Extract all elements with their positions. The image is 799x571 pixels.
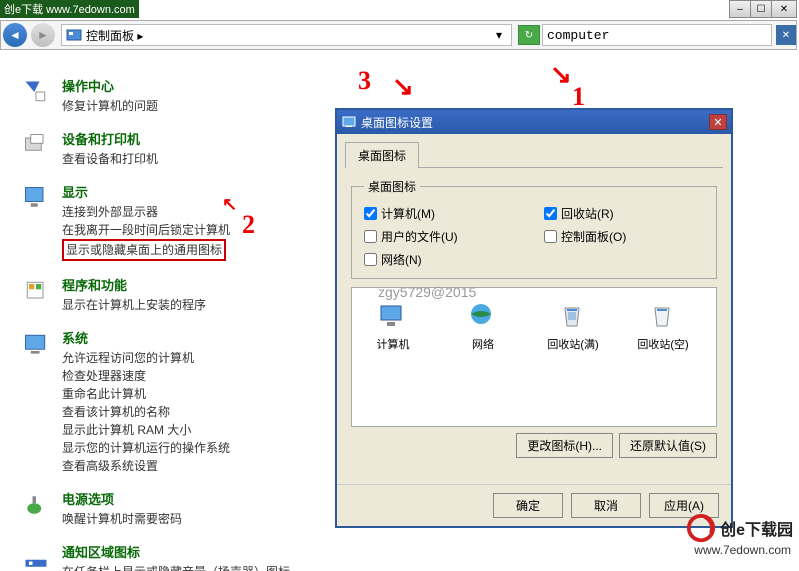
category-link[interactable]: 显示在计算机上安装的程序 xyxy=(62,296,206,314)
category-link[interactable]: 重命名此计算机 xyxy=(62,385,230,403)
search-input[interactable] xyxy=(543,28,771,43)
category-title[interactable]: 显示 xyxy=(62,182,230,201)
maximize-button[interactable]: ☐ xyxy=(750,0,772,18)
tab-desktop-icons[interactable]: 桌面图标 xyxy=(345,142,419,168)
category-link[interactable]: 修复计算机的问题 xyxy=(62,97,158,115)
checkbox[interactable] xyxy=(364,253,377,266)
category-link[interactable]: 显示此计算机 RAM 大小 xyxy=(62,421,230,439)
minimize-button[interactable]: – xyxy=(729,0,751,18)
tab-strip: 桌面图标 xyxy=(345,142,723,168)
icon-preview-item[interactable]: 回收站(满) xyxy=(544,300,602,414)
category-title[interactable]: 系统 xyxy=(62,328,230,347)
icon-label: 回收站(满) xyxy=(547,336,598,352)
category-title[interactable]: 程序和功能 xyxy=(62,275,206,294)
address-text: 控制面板 ▸ xyxy=(86,27,143,44)
ok-button[interactable]: 确定 xyxy=(493,493,563,518)
dialog-body: 桌面图标 桌面图标 计算机(M) 回收站(R) 用户的文件(U) 控制面板(O) 网络(… xyxy=(337,134,731,484)
watermark-banner: 创e下载 www.7edown.com xyxy=(0,0,139,18)
category-link[interactable]: 显示或隐藏桌面上的通用图标 xyxy=(62,239,226,261)
category-icon xyxy=(20,542,52,571)
icon-label: 网络 xyxy=(472,336,494,352)
category-title[interactable]: 操作中心 xyxy=(62,76,158,95)
category-link[interactable]: 在任务栏上显示或隐藏音量（扬声器）图标 xyxy=(62,563,290,571)
icon-preview-grid: 计算机 网络 回收站(满) 回收站(空) xyxy=(351,287,717,427)
category-link[interactable]: 查看设备和打印机 xyxy=(62,150,158,168)
desktop-icons-group: 桌面图标 计算机(M) 回收站(R) 用户的文件(U) 控制面板(O) 网络(N) xyxy=(351,178,717,279)
category-link[interactable]: 查看高级系统设置 xyxy=(62,457,230,475)
brand-logo: 创e下载园 xyxy=(643,513,793,543)
checkbox-item[interactable]: 计算机(M) xyxy=(364,205,524,222)
icon-preview-item[interactable]: 计算机 xyxy=(364,300,422,414)
category-icon xyxy=(20,275,52,307)
search-button[interactable]: ✕ xyxy=(776,25,796,45)
close-button[interactable]: ✕ xyxy=(771,0,797,18)
category-icon xyxy=(20,182,52,214)
checkbox[interactable] xyxy=(364,230,377,243)
checkbox-label: 计算机(M) xyxy=(381,205,435,222)
address-dropdown-icon[interactable]: ▾ xyxy=(491,28,507,42)
desktop-icon-settings-dialog: 桌面图标设置 ✕ 桌面图标 桌面图标 计算机(M) 回收站(R) 用户的文件(U) 控… xyxy=(335,108,733,528)
icon-label: 回收站(空) xyxy=(637,336,688,352)
group-legend: 桌面图标 xyxy=(364,178,420,195)
category-title[interactable]: 通知区域图标 xyxy=(62,542,290,561)
checkbox-item[interactable]: 用户的文件(U) xyxy=(364,228,524,245)
category-icon xyxy=(20,129,52,161)
icon-preview-item[interactable]: 网络 xyxy=(454,300,512,414)
category-icon xyxy=(20,328,52,360)
cancel-button[interactable]: 取消 xyxy=(571,493,641,518)
control-panel-icon xyxy=(66,27,82,43)
checkbox-item[interactable]: 控制面板(O) xyxy=(544,228,704,245)
category-link[interactable]: 查看该计算机的名称 xyxy=(62,403,230,421)
address-field[interactable]: 控制面板 ▸ ▾ xyxy=(61,24,512,46)
category-link[interactable]: 允许远程访问您的计算机 xyxy=(62,349,230,367)
icon-preview-item[interactable]: 回收站(空) xyxy=(634,300,692,414)
dialog-titlebar[interactable]: 桌面图标设置 ✕ xyxy=(337,110,731,134)
refresh-button[interactable]: ↻ xyxy=(518,25,540,45)
category-link[interactable]: 在我离开一段时间后锁定计算机 xyxy=(62,221,230,239)
address-bar: ◄ ► 控制面板 ▸ ▾ ↻ ✕ xyxy=(0,20,797,50)
tab-panel: 桌面图标 计算机(M) 回收站(R) 用户的文件(U) 控制面板(O) 网络(N) 计算… xyxy=(345,168,723,468)
nav-back-button[interactable]: ◄ xyxy=(3,23,27,47)
change-icon-button[interactable]: 更改图标(H)... xyxy=(516,433,613,458)
checkbox-label: 控制面板(O) xyxy=(561,228,626,245)
brand-text: 创e下载园 xyxy=(720,516,793,540)
restore-defaults-button[interactable]: 还原默认值(S) xyxy=(619,433,717,458)
window-controls: – ☐ ✕ xyxy=(730,0,797,18)
dialog-icon xyxy=(341,114,357,130)
category-link[interactable]: 显示您的计算机运行的操作系统 xyxy=(62,439,230,457)
category-section: 通知区域图标在任务栏上显示或隐藏音量（扬声器）图标 xyxy=(20,542,799,571)
category-title[interactable]: 设备和打印机 xyxy=(62,129,158,148)
checkbox[interactable] xyxy=(364,207,377,220)
category-link[interactable]: 连接到外部显示器 xyxy=(62,203,230,221)
checkbox-item[interactable]: 网络(N) xyxy=(364,251,524,268)
checkbox-item[interactable]: 回收站(R) xyxy=(544,205,704,222)
category-title[interactable]: 电源选项 xyxy=(62,489,182,508)
category-link[interactable]: 检查处理器速度 xyxy=(62,367,230,385)
checkbox-label: 回收站(R) xyxy=(561,205,614,222)
nav-forward-button[interactable]: ► xyxy=(31,23,55,47)
checkbox-label: 网络(N) xyxy=(381,251,422,268)
dialog-title: 桌面图标设置 xyxy=(361,114,709,131)
checkbox[interactable] xyxy=(544,230,557,243)
dialog-close-button[interactable]: ✕ xyxy=(709,114,727,130)
search-box xyxy=(542,24,772,46)
category-icon xyxy=(20,76,52,108)
icon-label: 计算机 xyxy=(377,336,410,352)
checkbox-label: 用户的文件(U) xyxy=(381,228,458,245)
category-link[interactable]: 唤醒计算机时需要密码 xyxy=(62,510,182,528)
category-icon xyxy=(20,489,52,521)
brand-url: www.7edown.com xyxy=(694,543,791,557)
checkbox[interactable] xyxy=(544,207,557,220)
